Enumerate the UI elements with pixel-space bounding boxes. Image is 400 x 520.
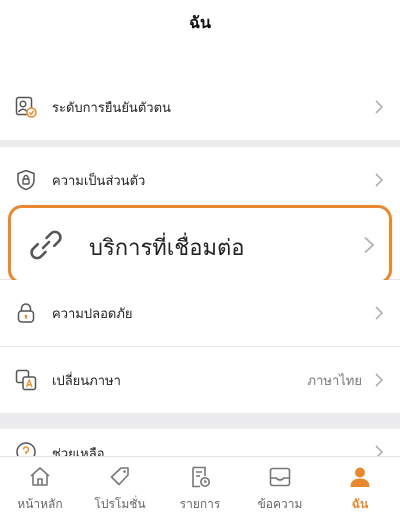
tab-label: หน้าหลัก <box>17 497 63 511</box>
menu-item-privacy[interactable]: ความเป็นส่วนตัว <box>0 147 400 213</box>
section-gap <box>0 413 400 429</box>
tab-label: ฉัน <box>351 497 369 511</box>
padlock-icon <box>15 302 37 324</box>
chevron-right-icon <box>374 173 384 187</box>
menu-item-connected-services[interactable]: บริการที่เชื่อมต่อ <box>8 205 392 284</box>
inbox-icon <box>268 465 292 489</box>
tab-transactions[interactable]: รายการ <box>160 457 240 520</box>
chevron-right-icon <box>374 373 384 387</box>
chevron-right-icon <box>374 306 384 320</box>
menu-item-language[interactable]: เปลี่ยนภาษา ภาษาไทย <box>0 347 400 413</box>
tab-me[interactable]: ฉัน <box>320 457 400 520</box>
receipt-icon <box>188 465 212 489</box>
menu-item-partial[interactable] <box>0 46 400 104</box>
tag-icon <box>108 465 132 489</box>
id-verified-icon <box>15 96 37 118</box>
user-icon <box>348 465 372 489</box>
menu-label-verification: ระดับการยืนยันตัวตน <box>52 100 171 116</box>
tab-messages[interactable]: ข้อความ <box>240 457 320 520</box>
tab-promotions[interactable]: โปรโมชั่น <box>80 457 160 520</box>
menu-label-privacy: ความเป็นส่วนตัว <box>52 173 146 189</box>
menu-label-connected-services: บริการที่เชื่อมต่อ <box>89 236 245 261</box>
menu-label-language: เปลี่ยนภาษา <box>52 373 121 389</box>
bottom-tab-bar: หน้าหลัก โปรโมชั่น รายการ ข้อความ ฉัน <box>0 456 400 520</box>
link-icon <box>27 226 65 264</box>
tab-label: โปรโมชั่น <box>94 497 146 511</box>
page-title: ฉัน <box>189 13 211 32</box>
home-icon <box>28 465 52 489</box>
current-language-value: ภาษาไทย <box>307 373 362 389</box>
page-header: ฉัน <box>0 0 400 46</box>
menu-label-security: ความปลอดภัย <box>52 306 133 322</box>
tab-label: รายการ <box>179 497 221 511</box>
shield-lock-icon <box>15 169 37 191</box>
translate-icon <box>15 369 37 391</box>
tab-label: ข้อความ <box>257 497 303 511</box>
menu-item-security[interactable]: ความปลอดภัย <box>0 280 400 346</box>
tab-home[interactable]: หน้าหลัก <box>0 457 80 520</box>
chevron-right-icon <box>363 236 375 254</box>
menu-item-verification[interactable]: ระดับการยืนยันตัวตน <box>0 74 400 140</box>
chevron-right-icon <box>374 100 384 114</box>
